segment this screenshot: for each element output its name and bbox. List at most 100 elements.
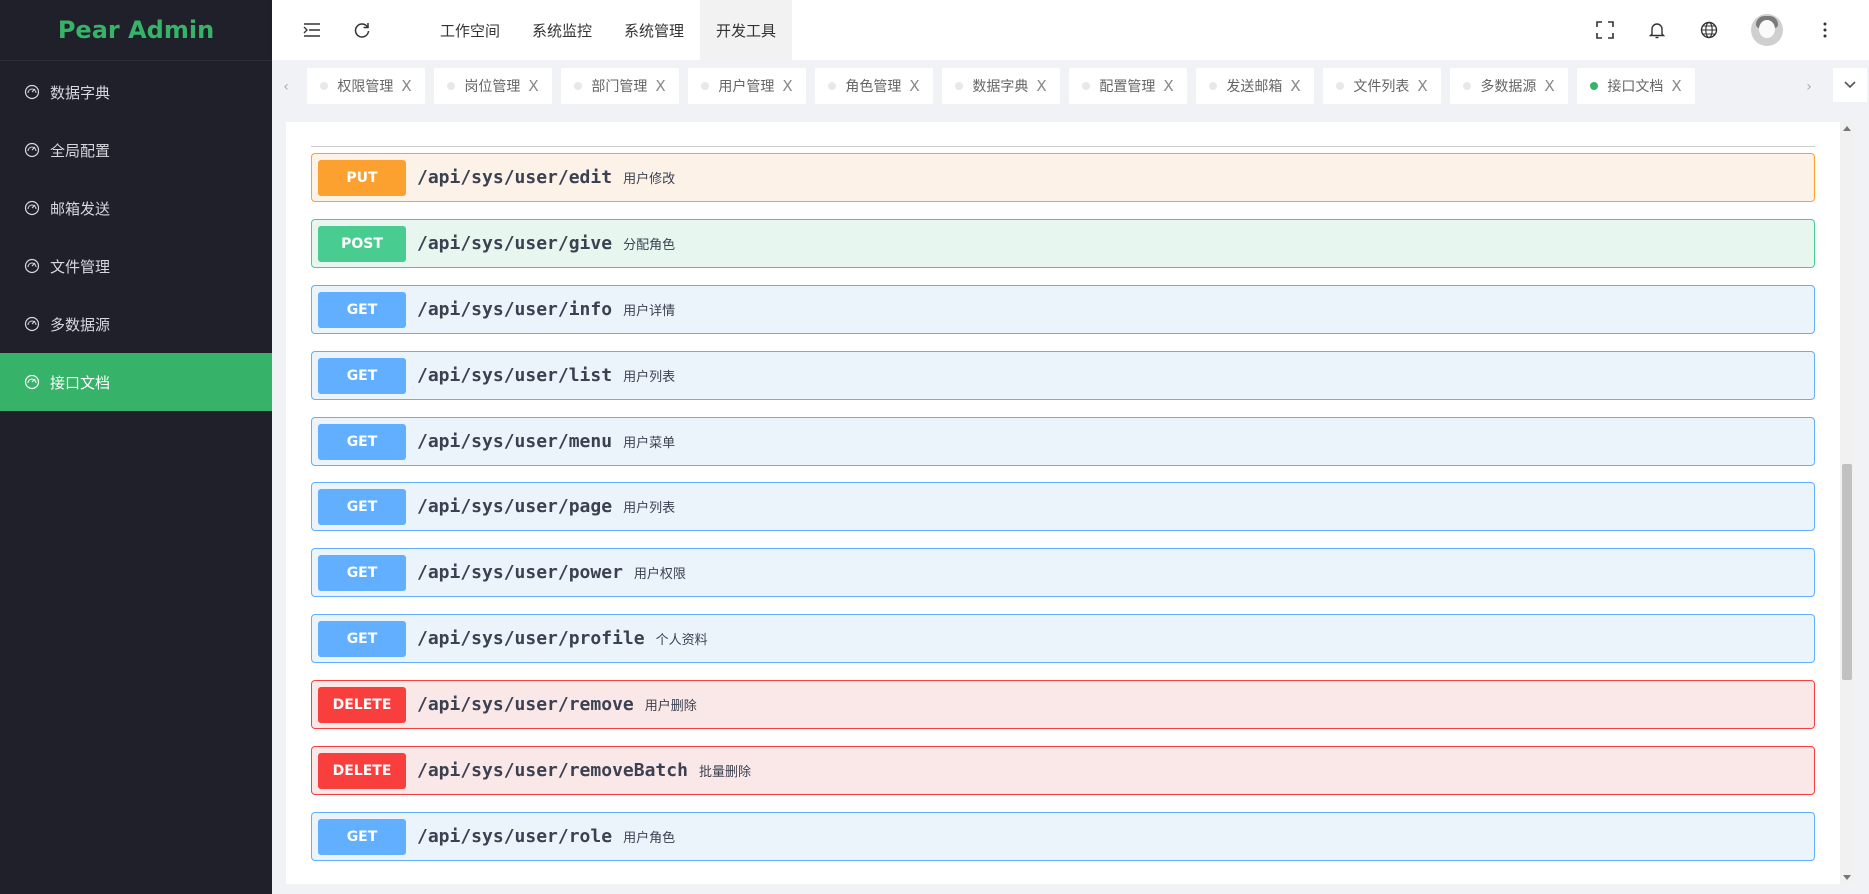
dashboard-gauge-icon xyxy=(24,200,40,216)
tab-data-dictionary[interactable]: 数据字典 X xyxy=(942,68,1060,104)
dashboard-gauge-icon xyxy=(24,258,40,274)
tab-api-docs[interactable]: 接口文档 X xyxy=(1577,68,1695,104)
tab-status-dot xyxy=(1082,82,1091,90)
api-path: /api/sys/user/menu xyxy=(417,431,613,452)
sidebar-item-label: 接口文档 xyxy=(50,373,111,392)
more-vertical-icon[interactable] xyxy=(1815,20,1835,40)
api-operation-menu[interactable]: GET /api/sys/user/menu 用户菜单 xyxy=(311,417,1815,466)
sidebar-item-multi-datasource[interactable]: 多数据源 xyxy=(0,295,272,353)
api-path: /api/sys/user/edit xyxy=(417,167,613,188)
http-method-badge: GET xyxy=(318,357,406,394)
tab-send-mail[interactable]: 发送邮箱 X xyxy=(1196,68,1314,104)
api-operation-page[interactable]: GET /api/sys/user/page 用户列表 xyxy=(311,482,1815,531)
http-method-badge: PUT xyxy=(318,159,406,196)
api-path: /api/sys/user/info xyxy=(417,299,613,320)
tabs-scroll-left-icon[interactable]: ‹ xyxy=(276,72,296,102)
menu-collapse-icon[interactable] xyxy=(302,20,322,40)
api-operation-profile[interactable]: GET /api/sys/user/profile 个人资料 xyxy=(311,614,1815,663)
http-method-badge: POST xyxy=(318,225,406,262)
api-path: /api/sys/user/role xyxy=(417,826,613,847)
top-nav-system-management[interactable]: 系统管理 xyxy=(608,0,700,60)
http-method-badge: GET xyxy=(318,423,406,460)
bell-icon[interactable] xyxy=(1647,20,1667,40)
api-operation-power[interactable]: GET /api/sys/user/power 用户权限 xyxy=(311,548,1815,597)
api-summary: 个人资料 xyxy=(655,633,708,648)
close-icon[interactable]: X xyxy=(1544,77,1554,95)
refresh-icon[interactable] xyxy=(352,20,372,40)
sidebar-item-label: 文件管理 xyxy=(50,257,111,276)
api-operation-remove-batch[interactable]: DELETE /api/sys/user/removeBatch 批量删除 xyxy=(311,746,1815,795)
close-icon[interactable]: X xyxy=(1163,77,1173,95)
api-path: /api/sys/user/list xyxy=(417,365,613,386)
tab-role-management[interactable]: 角色管理 X xyxy=(815,68,933,104)
tab-department-management[interactable]: 部门管理 X xyxy=(561,68,679,104)
dashboard-gauge-icon xyxy=(24,84,40,100)
tabs-dropdown-chevron-down-icon[interactable] xyxy=(1833,68,1867,102)
dashboard-gauge-icon xyxy=(24,142,40,158)
close-icon[interactable]: X xyxy=(1671,77,1681,95)
user-avatar[interactable] xyxy=(1751,14,1783,46)
tabs-scroll-right-icon[interactable]: › xyxy=(1799,72,1819,102)
scrollbar-thumb[interactable] xyxy=(1842,464,1852,680)
sidebar-item-data-dictionary[interactable]: 数据字典 xyxy=(0,63,272,121)
api-summary: 分配角色 xyxy=(623,238,676,253)
app-logo[interactable]: Pear Admin xyxy=(0,0,272,61)
tab-status-dot xyxy=(1209,82,1218,90)
close-icon[interactable]: X xyxy=(782,77,792,95)
header-right-tools xyxy=(1595,14,1869,46)
tab-status-dot xyxy=(574,82,583,90)
sidebar-item-mail-send[interactable]: 邮箱发送 xyxy=(0,179,272,237)
close-icon[interactable]: X xyxy=(1290,77,1300,95)
close-icon[interactable]: X xyxy=(909,77,919,95)
tab-post-management[interactable]: 岗位管理 X xyxy=(434,68,552,104)
api-operation-remove[interactable]: DELETE /api/sys/user/remove 用户删除 xyxy=(311,680,1815,729)
api-operation-list[interactable]: GET /api/sys/user/list 用户列表 xyxy=(311,351,1815,400)
tab-config-management[interactable]: 配置管理 X xyxy=(1069,68,1187,104)
close-icon[interactable]: X xyxy=(1417,77,1427,95)
api-operation-role[interactable]: GET /api/sys/user/role 用户角色 xyxy=(311,812,1815,861)
tab-file-list[interactable]: 文件列表 X xyxy=(1323,68,1441,104)
close-icon[interactable]: X xyxy=(401,77,411,95)
tab-status-dot xyxy=(320,82,329,90)
close-icon[interactable]: X xyxy=(655,77,665,95)
api-summary: 用户角色 xyxy=(623,831,676,846)
dashboard-gauge-icon xyxy=(24,374,40,390)
tab-status-dot xyxy=(447,82,456,90)
tab-status-dot xyxy=(1590,82,1599,90)
http-method-badge: GET xyxy=(318,818,406,855)
api-operation-edit[interactable]: PUT /api/sys/user/edit 用户修改 xyxy=(311,153,1815,202)
tab-status-dot xyxy=(955,82,964,90)
sidebar-item-file-management[interactable]: 文件管理 xyxy=(0,237,272,295)
sidebar-item-label: 邮箱发送 xyxy=(50,199,111,218)
page-tabs-bar: ‹ 权限管理 X 岗位管理 X 部门管理 X 用户管理 X 角色管理 X 数据字典 X 配置… xyxy=(272,60,1869,114)
vertical-scrollbar[interactable] xyxy=(1840,122,1854,884)
top-header: 工作空间 系统监控 系统管理 开发工具 xyxy=(272,0,1869,60)
api-summary: 用户修改 xyxy=(623,172,676,187)
api-operation-give[interactable]: POST /api/sys/user/give 分配角色 xyxy=(311,219,1815,268)
tab-status-dot xyxy=(1463,82,1472,90)
top-nav-dev-tools[interactable]: 开发工具 xyxy=(700,0,793,60)
top-nav-system-monitor[interactable]: 系统监控 xyxy=(516,0,608,60)
tab-status-dot xyxy=(828,82,837,90)
api-summary: 用户列表 xyxy=(623,501,676,516)
close-icon[interactable]: X xyxy=(1036,77,1046,95)
sidebar-item-global-config[interactable]: 全局配置 xyxy=(0,121,272,179)
api-summary: 用户删除 xyxy=(644,699,697,714)
section-divider xyxy=(311,146,1815,147)
scroll-up-arrow-icon[interactable] xyxy=(1843,126,1851,131)
fullscreen-icon[interactable] xyxy=(1595,20,1615,40)
api-operation-info[interactable]: GET /api/sys/user/info 用户详情 xyxy=(311,285,1815,334)
http-method-badge: GET xyxy=(318,488,406,525)
tab-permission-management[interactable]: 权限管理 X xyxy=(307,68,425,104)
close-icon[interactable]: X xyxy=(528,77,538,95)
header-left-tools xyxy=(272,20,372,40)
dashboard-gauge-icon xyxy=(24,316,40,332)
top-nav-workspace[interactable]: 工作空间 xyxy=(424,0,516,60)
tab-multi-datasource[interactable]: 多数据源 X xyxy=(1450,68,1568,104)
http-method-badge: GET xyxy=(318,620,406,657)
http-method-badge: GET xyxy=(318,291,406,328)
tab-user-management[interactable]: 用户管理 X xyxy=(688,68,806,104)
scroll-down-arrow-icon[interactable] xyxy=(1843,875,1851,880)
sidebar-item-api-docs[interactable]: 接口文档 xyxy=(0,353,272,411)
globe-icon[interactable] xyxy=(1699,20,1719,40)
